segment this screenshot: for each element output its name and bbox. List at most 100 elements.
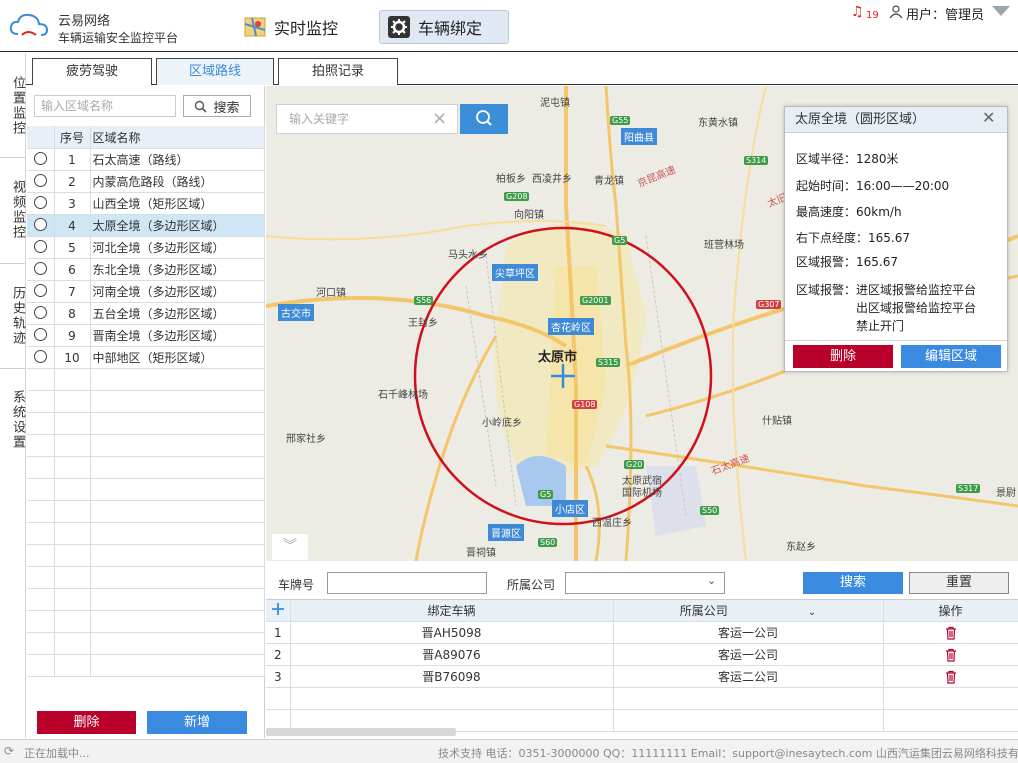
select-cell[interactable] (27, 236, 55, 259)
index-cell: 2 (54, 170, 91, 193)
select-cell[interactable] (27, 302, 55, 325)
empty-row (27, 544, 265, 567)
trash-icon[interactable] (945, 670, 957, 684)
chevron-down-icon[interactable] (992, 6, 1010, 16)
select-cell[interactable] (27, 280, 55, 303)
map-search-button[interactable] (460, 104, 508, 134)
tab-fatigue-driving[interactable]: 疲劳驾驶 (32, 58, 152, 85)
map-label: 晋祠镇 (466, 548, 496, 559)
tab-photo-record[interactable]: 拍照记录 (278, 58, 398, 85)
close-icon[interactable]: ✕ (982, 108, 995, 127)
plate-input[interactable] (327, 572, 487, 594)
header-company[interactable]: 所属公司 ⌄ (613, 600, 884, 622)
company-cell (613, 709, 884, 732)
trash-icon[interactable] (945, 648, 957, 662)
table-row[interactable]: 3 山西全境（矩形区域） (27, 192, 265, 215)
select-cell[interactable] (27, 214, 55, 237)
table-row[interactable]: 6 东北全境（多边形区域） (27, 258, 265, 281)
select-cell (27, 412, 55, 435)
popup-speed: 最高速度：60km/h (796, 203, 902, 220)
map-city-label: 太原市 (538, 350, 578, 365)
nav-tab-realtime-monitor[interactable]: 实时监控 (236, 10, 366, 44)
empty-row (27, 632, 265, 655)
nav-tab-vehicle-binding[interactable]: 车辆绑定 (379, 10, 509, 44)
add-region-button[interactable]: 新增 (147, 711, 247, 734)
table-row[interactable]: 5 河北全境（多边形区域） (27, 236, 265, 259)
select-cell[interactable] (27, 192, 55, 215)
table-row[interactable]: 8 五台全境（多边形区域） (27, 302, 265, 325)
user-label[interactable]: 用户：管理员 (906, 4, 984, 23)
alarm-label: 区域报警： (796, 255, 857, 269)
action-cell (883, 709, 1018, 732)
company-select[interactable] (565, 572, 725, 594)
row-radio[interactable] (33, 305, 47, 319)
tab-region-route[interactable]: 区域路线 (156, 58, 274, 85)
row-radio[interactable] (33, 261, 47, 275)
chevron-double-down-icon[interactable]: ︾ (272, 534, 308, 560)
index-cell (54, 588, 91, 611)
table-row[interactable]: 2 内蒙高危路段（路线） (27, 170, 265, 193)
row-radio[interactable] (33, 349, 47, 363)
coord-value: 165.67 (868, 231, 911, 245)
empty-row (27, 478, 265, 501)
table-row[interactable]: 7 河南全境（多边形区域） (27, 280, 265, 303)
region-name-cell: 山西全境（矩形区域） (90, 192, 265, 215)
table-row[interactable]: 10 中部地区（矩形区域） (27, 346, 265, 369)
road-sign: G307 (756, 300, 782, 309)
add-binding-button[interactable] (266, 600, 291, 622)
row-radio[interactable] (33, 327, 47, 341)
row-radio[interactable] (33, 217, 47, 231)
map-label: 河口镇 (316, 288, 346, 299)
index-cell: 10 (54, 346, 91, 369)
popup-alarm-line: 禁止开门 (856, 319, 905, 333)
row-radio[interactable] (33, 239, 47, 253)
row-radio[interactable] (33, 195, 47, 209)
row-radio[interactable] (33, 283, 47, 297)
gear-icon (388, 16, 410, 38)
header-select (27, 126, 55, 149)
select-cell[interactable] (27, 258, 55, 281)
region-name-cell (90, 588, 265, 611)
table-row[interactable]: 9 晋南全境（多边形区域） (27, 324, 265, 347)
region-name-cell (90, 632, 265, 655)
nav-tab-label: 实时监控 (274, 19, 339, 38)
edit-area-button[interactable]: 编辑区域 (901, 345, 1001, 368)
region-search-button[interactable]: 搜索 (183, 95, 251, 117)
index-cell: 3 (266, 665, 291, 688)
left-nav-item-position[interactable]: 位置监控 (0, 66, 26, 146)
select-cell[interactable] (27, 170, 55, 193)
table-row[interactable]: 4 太原全境（多边形区域） (27, 214, 265, 237)
index-cell (54, 412, 91, 435)
clear-icon[interactable]: × (432, 108, 447, 129)
company-label: 所属公司 (507, 578, 556, 592)
left-nav-item-video[interactable]: 视频监控 (0, 170, 26, 250)
select-cell[interactable] (27, 324, 55, 347)
region-name-cell (90, 412, 265, 435)
row-radio[interactable] (33, 151, 47, 165)
delete-area-button[interactable]: 删除 (793, 345, 893, 368)
delete-region-button[interactable]: 删除 (37, 711, 136, 734)
row-radio[interactable] (33, 173, 47, 187)
select-cell[interactable] (27, 148, 55, 171)
select-cell (27, 610, 55, 633)
chevron-down-icon[interactable]: ⌄ (707, 574, 716, 587)
time-label: 起始时间： (796, 179, 857, 193)
empty-row (27, 522, 265, 545)
trash-icon[interactable] (945, 626, 957, 640)
reset-button[interactable]: 重置 (909, 572, 1009, 594)
horizontal-scrollbar[interactable] (266, 728, 456, 736)
select-cell[interactable] (27, 346, 55, 369)
map-label: 马头水乡 (448, 250, 488, 261)
bell-icon[interactable]: ♫ (851, 4, 864, 20)
road-sign: G5 (538, 490, 554, 499)
index-cell (54, 632, 91, 655)
left-nav-item-history[interactable]: 历史轨迹 (0, 276, 26, 356)
support-info: 技术支持 电话：0351-3000000 QQ：11111111 Email：s… (438, 747, 1018, 760)
left-nav-item-settings[interactable]: 系统设置 (0, 380, 26, 460)
map-search-input[interactable]: 输入关键字 (276, 104, 458, 134)
vehicle-search-button[interactable]: 搜索 (803, 572, 903, 594)
table-row[interactable]: 1 石太高速（路线） (27, 148, 265, 171)
region-search-input[interactable]: 输入区域名称 (34, 95, 176, 117)
select-cell (27, 390, 55, 413)
empty-row (27, 500, 265, 523)
